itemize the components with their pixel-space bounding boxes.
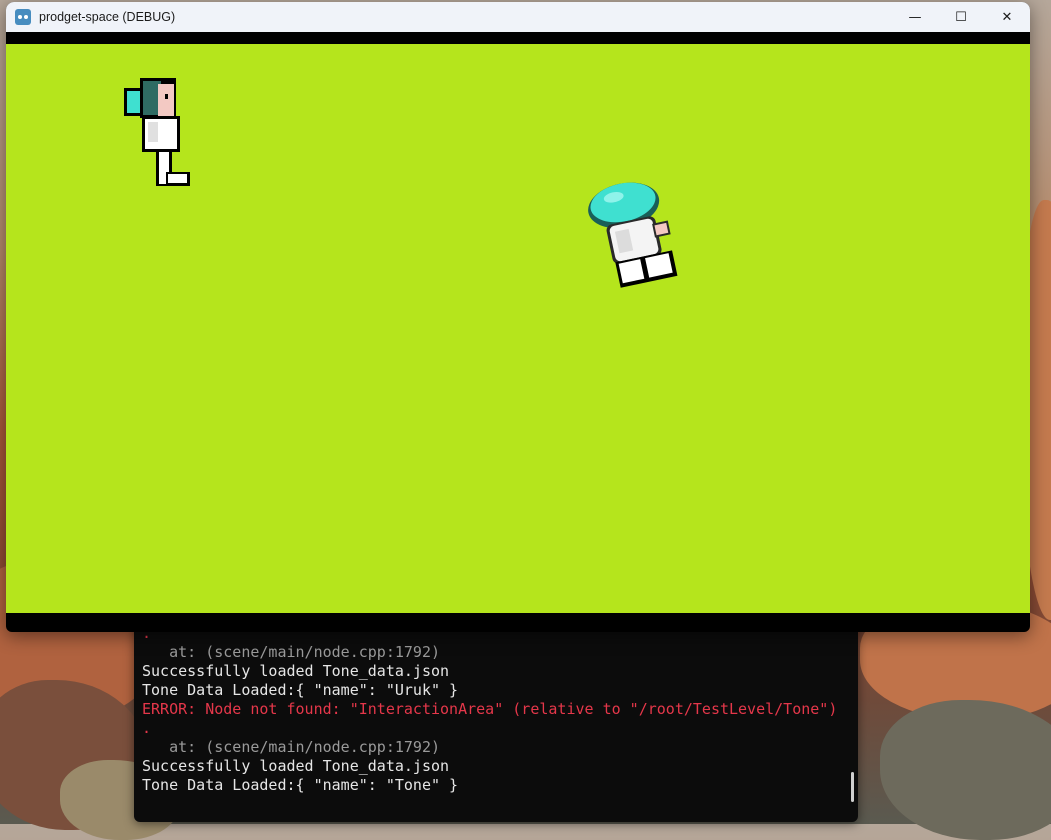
- godot-app-icon: [15, 9, 31, 25]
- window-controls: — ☐ ✕: [892, 2, 1030, 32]
- terminal-line: Tone Data Loaded:{ "name": "Tone" }: [142, 776, 459, 794]
- astronaut-girl-sprite: [124, 78, 190, 186]
- terminal-line: Successfully loaded Tone_data.json: [142, 757, 450, 775]
- terminal-line: at: (scene/main/node.cpp:1792): [142, 643, 441, 661]
- maximize-icon: ☐: [955, 9, 967, 25]
- terminal-line: Successfully loaded Tone_data.json: [142, 662, 450, 680]
- window-title: prodget-space (DEBUG): [39, 10, 176, 24]
- terminal-line: ERROR: Node not found: "InteractionArea"…: [142, 700, 838, 718]
- terminal-line: .: [142, 719, 152, 737]
- minimize-icon: —: [908, 9, 922, 25]
- close-icon: ✕: [1001, 9, 1013, 25]
- terminal-line: at: (scene/main/node.cpp:1792): [142, 738, 441, 756]
- game-window[interactable]: prodget-space (DEBUG) — ☐ ✕: [6, 2, 1030, 632]
- terminal-scrollbar[interactable]: [851, 772, 854, 802]
- maximize-button[interactable]: ☐: [938, 2, 984, 32]
- close-button[interactable]: ✕: [984, 2, 1030, 32]
- terminal-window[interactable]: . at: (scene/main/node.cpp:1792) Successf…: [134, 600, 858, 822]
- title-bar[interactable]: prodget-space (DEBUG) — ☐ ✕: [6, 2, 1030, 32]
- terminal-line: Tone Data Loaded:{ "name": "Uruk" }: [142, 681, 459, 699]
- astronaut-tumbling-sprite: [588, 182, 678, 288]
- terminal-output: . at: (scene/main/node.cpp:1792) Successf…: [142, 624, 838, 795]
- game-viewport[interactable]: [6, 44, 1030, 613]
- minimize-button[interactable]: —: [892, 2, 938, 32]
